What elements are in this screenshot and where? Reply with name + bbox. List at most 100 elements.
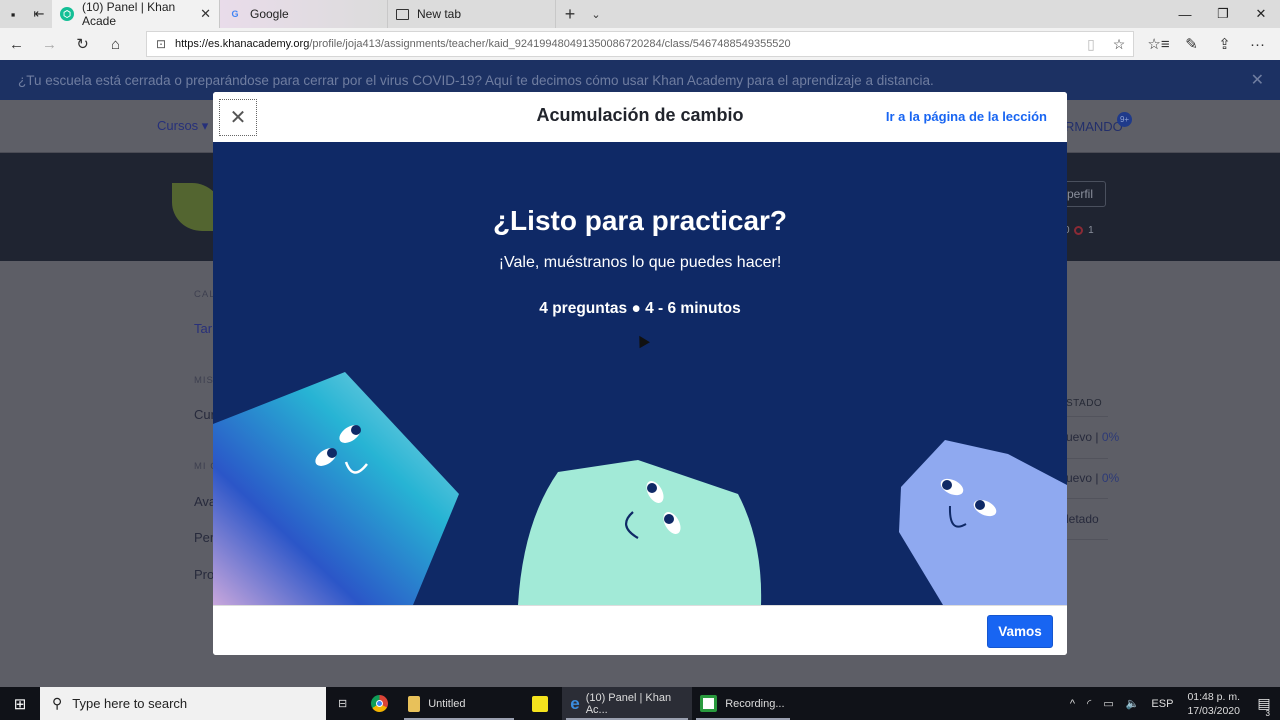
sidebar-item[interactable]: Tar	[194, 321, 212, 336]
taskbar-search-box[interactable]: ⚲ Type here to search	[40, 687, 326, 720]
sidebar-label: MIS	[194, 375, 214, 386]
sidebar-item[interactable]: Pro	[194, 567, 214, 582]
taskbar-item-label: Untitled	[428, 697, 466, 710]
banner-text[interactable]: ¿Tu escuela está cerrada o preparándose …	[18, 73, 934, 88]
browser-toolbar-right: ☆≡ ✎ ⇪ ···	[1142, 28, 1274, 60]
address-bar[interactable]: ⊡ https://es.khanacademy.org /profile/jo…	[146, 31, 1134, 57]
modal-header: ✕ Acumulación de cambio Ir a la página d…	[213, 92, 1067, 142]
sidebar-item[interactable]: Per	[194, 530, 214, 545]
status-row: uevo | 0%	[1066, 471, 1119, 485]
username-menu[interactable]: RMANDO	[1065, 119, 1123, 134]
folder-icon	[408, 695, 421, 712]
vamos-button[interactable]: Vamos	[987, 615, 1053, 648]
taskbar-file-explorer[interactable]: Untitled	[400, 687, 518, 720]
status-column-header: STADO	[1066, 398, 1103, 409]
status-text: uevo |	[1066, 430, 1102, 444]
tab-label: Google	[250, 7, 289, 21]
google-icon: G	[231, 9, 239, 19]
divider	[1066, 498, 1108, 499]
restore-icon[interactable]: ❐	[1204, 0, 1242, 28]
taskbar-recording[interactable]: Recording...	[692, 687, 794, 720]
sidebar-item[interactable]: Cur	[194, 407, 215, 422]
sticky-note-glyph	[532, 695, 549, 712]
divider	[1066, 539, 1108, 540]
status-percent: 0%	[1101, 430, 1120, 444]
notification-count: 3	[1265, 709, 1270, 718]
right-gem-character	[899, 440, 1067, 605]
left-crystal-character	[213, 372, 459, 605]
minimize-icon[interactable]: —	[1166, 0, 1204, 28]
middle-blob-character	[518, 460, 762, 605]
taskbar-item-label: (10) Panel | Khan Ac...	[585, 691, 672, 716]
battery-icon[interactable]: ▭	[1103, 697, 1113, 710]
notification-badge[interactable]: 9+	[1117, 112, 1132, 127]
wifi-icon[interactable]: ◜	[1087, 697, 1091, 710]
tab-new-tab[interactable]: New tab	[388, 0, 556, 28]
window-controls: — ❐ ✕	[1166, 0, 1280, 28]
tab-khan-academy[interactable]: ⬡ (10) Panel | Khan Acade ✕	[52, 0, 220, 28]
practice-modal: ✕ Acumulación de cambio Ir a la página d…	[213, 92, 1067, 655]
stat-b: 1	[1088, 225, 1094, 236]
clock-time: 01:48 p. m.	[1187, 690, 1240, 703]
edge-icon: e	[570, 693, 580, 713]
status-row: uevo | 0%	[1066, 430, 1119, 444]
windows-taskbar: ⊞ ⚲ Type here to search ⊟ Untitled e (10…	[0, 687, 1280, 720]
profile-stats: 0 1	[1064, 225, 1094, 236]
show-hidden-icons-chevron[interactable]: ^	[1070, 698, 1075, 710]
refresh-icon[interactable]: ↻	[66, 35, 99, 53]
search-placeholder: Type here to search	[72, 696, 188, 711]
tab-label: (10) Panel | Khan Acade	[82, 0, 176, 28]
new-tab-icon	[396, 8, 409, 20]
tab-actions-icon[interactable]: ▪	[0, 0, 26, 28]
new-tab-button[interactable]: +	[556, 0, 584, 28]
favorites-icon[interactable]: ☆≡	[1142, 35, 1175, 53]
favorite-star-icon[interactable]: ☆	[1105, 36, 1133, 53]
language-indicator[interactable]: ESP	[1151, 698, 1173, 710]
action-center-icon[interactable]: ▤ 3	[1248, 695, 1280, 718]
divider	[1066, 416, 1108, 417]
divider	[1066, 458, 1108, 459]
status-percent: 0%	[1101, 471, 1120, 485]
clock[interactable]: 01:48 p. m. 17/03/2020	[1187, 690, 1240, 718]
url-path: /profile/joja413/assignments/teacher/kai…	[309, 38, 791, 50]
search-icon: ⚲	[52, 695, 63, 711]
tab-label: New tab	[417, 7, 462, 21]
status-text: uevo |	[1066, 471, 1102, 485]
clock-date: 17/03/2020	[1187, 704, 1240, 717]
chrome-icon[interactable]	[359, 687, 400, 720]
close-tab-icon[interactable]: ✕	[200, 6, 211, 22]
system-tray: ^ ◜ ▭ 🔈 ESP 01:48 p. m. 17/03/2020 ▤ 3	[1064, 690, 1280, 719]
reading-view-icon[interactable]: ▯	[1077, 36, 1105, 53]
volume-icon[interactable]: 🔈	[1126, 697, 1140, 710]
task-view-icon[interactable]: ⊟	[326, 687, 359, 720]
share-icon[interactable]: ⇪	[1208, 35, 1241, 53]
status-text: letado	[1066, 512, 1099, 526]
badge-icon	[1074, 225, 1084, 235]
sticky-notes-icon[interactable]	[518, 687, 562, 720]
back-icon[interactable]: ←	[0, 36, 33, 53]
tab-list-chevron-icon[interactable]: ⌄	[584, 0, 608, 28]
banner-close-icon[interactable]: ✕	[1251, 70, 1264, 90]
set-aside-tabs-icon[interactable]: ⇤	[26, 0, 52, 28]
url-host: https://es.khanacademy.org	[175, 38, 310, 50]
taskbar-item-label: Recording...	[725, 697, 785, 710]
characters-illustration	[213, 372, 1067, 605]
tab-google[interactable]: G Google	[220, 0, 388, 28]
browser-tab-bar: ▪ ⇤ ⬡ (10) Panel | Khan Acade ✕ G Google…	[0, 0, 1280, 28]
courses-menu[interactable]: Cursos ▾	[157, 118, 208, 134]
home-icon[interactable]: ⌂	[99, 36, 132, 53]
camtasia-icon	[700, 695, 718, 712]
forward-icon[interactable]: →	[33, 36, 66, 53]
modal-body: ¿Listo para practicar? ¡Vale, muéstranos…	[213, 142, 1067, 605]
browser-nav-bar: ← → ↻ ⌂ ⊡ https://es.khanacademy.org /pr…	[0, 28, 1280, 60]
status-row: letado	[1066, 512, 1099, 526]
lock-icon: ⊡	[155, 37, 167, 51]
windows-start-icon[interactable]: ⊞	[0, 687, 40, 720]
taskbar-edge-khan[interactable]: e (10) Panel | Khan Ac...	[562, 687, 693, 720]
modal-footer: Vamos	[213, 605, 1067, 655]
pen-icon[interactable]: ✎	[1175, 35, 1208, 53]
lesson-page-link[interactable]: Ir a la página de la lección	[886, 109, 1047, 124]
close-window-icon[interactable]: ✕	[1242, 0, 1280, 28]
more-icon[interactable]: ···	[1241, 36, 1274, 53]
khan-academy-icon: ⬡	[60, 7, 74, 21]
